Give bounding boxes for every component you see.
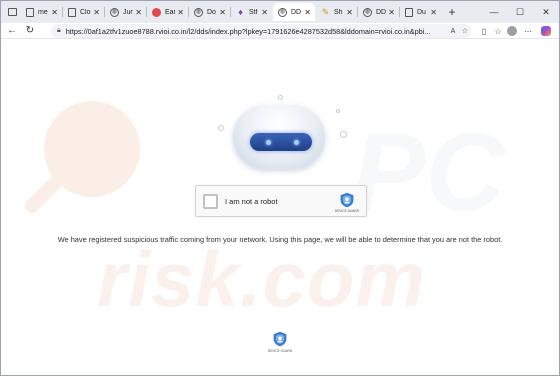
lock-icon[interactable]: 🔒︎	[57, 27, 61, 35]
purple-logo-icon: ♦	[238, 6, 243, 17]
robot-eye-icon	[266, 140, 271, 145]
back-icon[interactable]: ←	[5, 24, 19, 38]
doc-icon	[68, 7, 76, 17]
tab-strip: me ✕ Clo ✕ ◍ Jun ✕ Ear ✕ ◍ Do ✕ ♦ Stf ✕	[1, 1, 559, 23]
captcha-brand: DEVICE GUARD	[334, 209, 360, 213]
captcha-widget: I am not a robot DEVICE GUARD	[195, 185, 367, 217]
bubble-decor	[336, 109, 340, 113]
tab-label: Clo	[80, 8, 91, 16]
tab-9[interactable]: ◍ DD ✕	[358, 3, 400, 21]
browser-window: me ✕ Clo ✕ ◍ Jun ✕ Ear ✕ ◍ Do ✕ ♦ Stf ✕	[0, 0, 560, 376]
close-icon[interactable]: ✕	[219, 8, 226, 17]
new-tab-button[interactable]: +	[444, 4, 460, 20]
url-text[interactable]: https://0af1a2tfv1zuoe8788.rvioi.co.in/l…	[66, 27, 447, 36]
not-robot-checkbox[interactable]	[203, 194, 218, 209]
tab-label: Stf	[249, 8, 258, 16]
robot-eye-icon	[294, 140, 299, 145]
maximize-icon[interactable]: ☐	[509, 1, 531, 23]
close-icon[interactable]: ✕	[261, 8, 268, 17]
tab-10[interactable]: Du ✕	[400, 3, 441, 21]
page-content: PC risk.com I am not a robot DEVICE GUAR…	[2, 39, 558, 375]
bubble-decor	[278, 95, 283, 100]
close-icon[interactable]: ✕	[388, 8, 395, 17]
copilot-icon[interactable]	[539, 24, 553, 38]
close-icon[interactable]: ✕	[51, 8, 58, 17]
shield-icon	[273, 331, 287, 347]
doc-icon	[405, 7, 413, 17]
bubble-decor	[340, 131, 347, 138]
tab-5[interactable]: ◍ Do ✕	[189, 3, 231, 21]
close-icon[interactable]: ✕	[346, 8, 353, 17]
avatar[interactable]	[505, 24, 519, 38]
tab-2[interactable]: Clo ✕	[63, 3, 105, 21]
tab-6[interactable]: ♦ Stf ✕	[231, 3, 272, 21]
tab-label: DD	[291, 8, 302, 16]
more-menu-icon[interactable]: ⋯	[521, 24, 535, 38]
watermark-text: risk.com	[97, 235, 426, 323]
close-window-icon[interactable]: ✕	[535, 1, 557, 23]
address-bar[interactable]: 🔒︎ https://0af1a2tfv1zuoe8788.rvioi.co.i…	[51, 24, 471, 38]
favorites-icon[interactable]: ☆	[491, 24, 505, 38]
captcha-label: I am not a robot	[225, 197, 278, 206]
globe-icon: ◍	[278, 7, 287, 17]
footer-brand: DEVICE GUARD	[267, 349, 293, 353]
globe-icon: ◍	[110, 7, 119, 17]
tab-3[interactable]: ◍ Jun ✕	[105, 3, 147, 21]
tab-label: DD	[376, 8, 387, 16]
tab-4[interactable]: Ear ✕	[147, 3, 189, 21]
close-icon[interactable]: ✕	[430, 8, 437, 17]
favorite-star-icon[interactable]: ☆	[459, 27, 471, 35]
globe-icon: ◍	[194, 7, 203, 17]
robot-illustration	[218, 95, 347, 179]
close-icon[interactable]: ✕	[93, 8, 100, 17]
notice-message: We have registered suspicious traffic co…	[57, 235, 503, 244]
robot-visor	[250, 133, 312, 151]
toolbar: ← ↻ 🔒︎ https://0af1a2tfv1zuoe8788.rvioi.…	[1, 23, 559, 39]
gold-logo-icon: ✎	[321, 6, 330, 17]
tab-8[interactable]: ✎ Sh ✕	[316, 3, 358, 21]
bubble-decor	[218, 125, 224, 131]
tab-label: Do	[207, 8, 216, 16]
tab-active[interactable]: ◍ DD ✕	[273, 3, 315, 21]
tab-label: Ear	[165, 8, 176, 16]
tab-1[interactable]: me ✕	[21, 3, 63, 21]
tab-label: Sh	[334, 8, 343, 16]
watermark-pc-logo: PC	[352, 111, 505, 234]
close-icon[interactable]: ✕	[177, 8, 184, 17]
watermark-magnifier-handle	[22, 172, 66, 216]
close-icon[interactable]: ✕	[135, 8, 142, 17]
minimize-icon[interactable]: —	[483, 1, 505, 23]
read-aloud-icon[interactable]: A	[447, 28, 459, 35]
split-screen-icon[interactable]: ▯	[477, 24, 491, 38]
globe-icon: ◍	[363, 7, 372, 17]
refresh-icon[interactable]: ↻	[23, 24, 37, 38]
red-circle-icon	[152, 7, 161, 17]
close-icon[interactable]: ✕	[304, 8, 311, 17]
tab-label: me	[38, 8, 48, 16]
doc-icon	[26, 7, 34, 17]
window-menu-icon[interactable]	[5, 5, 19, 19]
tab-label: Du	[417, 8, 426, 16]
shield-icon	[340, 192, 354, 208]
tab-label: Jun	[123, 8, 134, 16]
